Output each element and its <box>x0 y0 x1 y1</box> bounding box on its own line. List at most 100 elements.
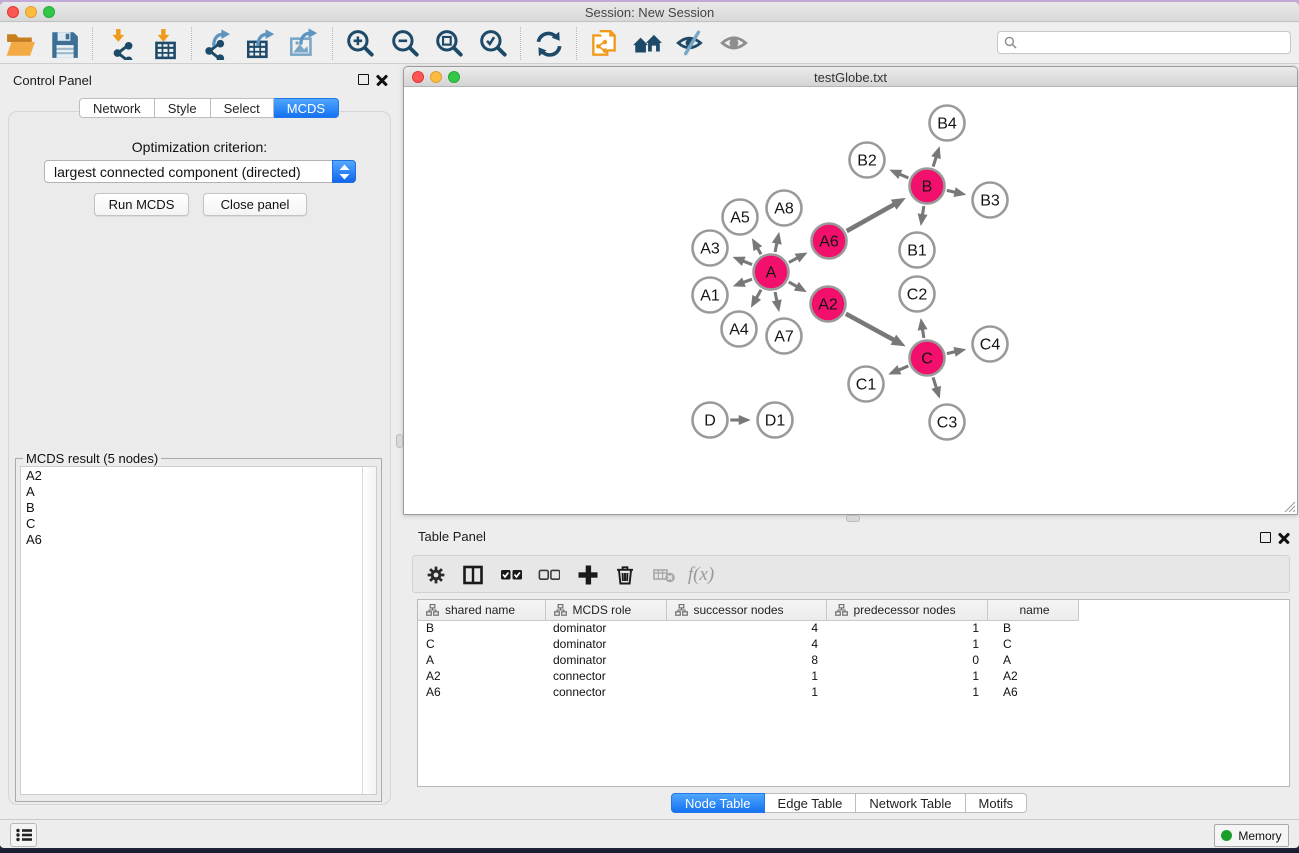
task-history-button[interactable] <box>10 823 37 847</box>
node-A[interactable]: A <box>754 255 789 290</box>
node-D[interactable]: D <box>693 403 728 438</box>
cell-MCDS-role[interactable]: dominator <box>545 636 666 652</box>
cell-successor-nodes[interactable]: 1 <box>666 668 826 684</box>
search-input[interactable] <box>1017 36 1290 50</box>
cell-name[interactable]: A2 <box>987 668 1078 684</box>
node-C2[interactable]: C2 <box>900 277 935 312</box>
cell-successor-nodes[interactable]: 4 <box>666 636 826 652</box>
node-C3[interactable]: C3 <box>930 405 965 440</box>
edge-A2-C[interactable] <box>846 314 894 340</box>
vertical-splitter-grip[interactable] <box>396 434 403 448</box>
close-table-panel-icon[interactable] <box>1278 532 1290 544</box>
export-image-icon[interactable] <box>287 28 319 60</box>
run-mcds-button[interactable]: Run MCDS <box>94 193 189 216</box>
node-A1[interactable]: A1 <box>693 278 728 313</box>
tab-style[interactable]: Style <box>155 98 211 118</box>
table-tab-motifs[interactable]: Motifs <box>966 793 1028 813</box>
cell-MCDS-role[interactable]: connector <box>545 668 666 684</box>
table-tab-node-table[interactable]: Node Table <box>671 793 765 813</box>
export-network-icon[interactable] <box>202 28 234 60</box>
column-header-name[interactable]: name <box>987 600 1078 620</box>
node-C1[interactable]: C1 <box>849 367 884 402</box>
hide-selected-icon[interactable] <box>675 28 707 60</box>
import-network-icon[interactable] <box>105 28 137 60</box>
cell-MCDS-role[interactable]: dominator <box>545 652 666 668</box>
edge-A-A2[interactable] <box>789 282 798 287</box>
node-B2[interactable]: B2 <box>850 143 885 178</box>
node-A7[interactable]: A7 <box>767 319 802 354</box>
table-row[interactable]: A2connector11A2 <box>418 668 1078 684</box>
node-A2[interactable]: A2 <box>811 287 846 322</box>
edge-A-A8[interactable] <box>775 243 777 253</box>
column-header-MCDS-role[interactable]: MCDS role <box>545 600 666 620</box>
cell-shared-name[interactable]: B <box>418 620 545 636</box>
close-panel-icon[interactable] <box>376 74 388 86</box>
cell-predecessor-nodes[interactable]: 1 <box>826 620 987 636</box>
tab-select[interactable]: Select <box>211 98 274 118</box>
node-A5[interactable]: A5 <box>723 200 758 235</box>
horizontal-splitter-grip[interactable] <box>846 515 860 522</box>
save-session-icon[interactable] <box>48 28 80 60</box>
mcds-result-item[interactable]: B <box>21 500 362 516</box>
node-B4[interactable]: B4 <box>930 106 965 141</box>
node-D1[interactable]: D1 <box>758 403 793 438</box>
edge-B-B1[interactable] <box>922 206 923 215</box>
cell-shared-name[interactable]: A2 <box>418 668 545 684</box>
function-builder-icon[interactable]: f(x) <box>686 560 716 590</box>
list-scrollbar[interactable] <box>362 467 376 794</box>
zoom-selected-icon[interactable] <box>477 28 509 60</box>
edge-B-B3[interactable] <box>947 190 956 192</box>
split-columns-icon[interactable] <box>458 560 488 590</box>
node-B3[interactable]: B3 <box>973 183 1008 218</box>
cell-MCDS-role[interactable]: dominator <box>545 620 666 636</box>
table-tab-network-table[interactable]: Network Table <box>856 793 965 813</box>
table-settings-icon[interactable] <box>421 560 451 590</box>
search-field[interactable] <box>997 31 1291 54</box>
window-resize-grip[interactable] <box>1282 499 1296 513</box>
cell-successor-nodes[interactable]: 4 <box>666 620 826 636</box>
cell-name[interactable]: C <box>987 636 1078 652</box>
deselect-all-checkboxes-icon[interactable] <box>534 560 564 590</box>
import-table-icon[interactable] <box>149 28 181 60</box>
cell-predecessor-nodes[interactable]: 1 <box>826 668 987 684</box>
edge-A-A1[interactable] <box>743 279 752 282</box>
cell-name[interactable]: B <box>987 620 1078 636</box>
edge-A-A3[interactable] <box>743 261 752 265</box>
table-tab-edge-table[interactable]: Edge Table <box>765 793 857 813</box>
tab-network[interactable]: Network <box>79 98 155 118</box>
node-A4[interactable]: A4 <box>722 312 757 347</box>
node-A8[interactable]: A8 <box>767 191 802 226</box>
zoom-fit-icon[interactable] <box>433 28 465 60</box>
cell-successor-nodes[interactable]: 8 <box>666 652 826 668</box>
edge-C-C3[interactable] <box>933 377 936 388</box>
edge-C-C2[interactable] <box>922 329 923 338</box>
edge-A-A5[interactable] <box>757 248 761 255</box>
column-header-successor-nodes[interactable]: successor nodes <box>666 600 826 620</box>
edge-C-C4[interactable] <box>947 352 956 354</box>
cell-successor-nodes[interactable]: 1 <box>666 684 826 700</box>
cell-shared-name[interactable]: A6 <box>418 684 545 700</box>
column-header-predecessor-nodes[interactable]: predecessor nodes <box>826 600 987 620</box>
edge-B-B4[interactable] <box>933 157 936 167</box>
table-row[interactable]: A6connector11A6 <box>418 684 1078 700</box>
first-neighbors-icon[interactable] <box>631 28 663 60</box>
mcds-result-item[interactable]: A6 <box>21 532 362 548</box>
cell-shared-name[interactable]: C <box>418 636 545 652</box>
cell-predecessor-nodes[interactable]: 1 <box>826 684 987 700</box>
float-table-panel-icon[interactable] <box>1260 532 1271 543</box>
cell-predecessor-nodes[interactable]: 1 <box>826 636 987 652</box>
add-column-icon[interactable] <box>573 560 603 590</box>
cell-name[interactable]: A <box>987 652 1078 668</box>
cell-name[interactable]: A6 <box>987 684 1078 700</box>
show-all-icon[interactable] <box>719 28 751 60</box>
node-A6[interactable]: A6 <box>812 224 847 259</box>
open-file-icon[interactable] <box>4 28 36 60</box>
memory-button[interactable]: Memory <box>1214 824 1289 847</box>
cell-predecessor-nodes[interactable]: 0 <box>826 652 987 668</box>
new-network-from-selection-icon[interactable] <box>588 28 620 60</box>
table-row[interactable]: Cdominator41C <box>418 636 1078 652</box>
node-A3[interactable]: A3 <box>693 231 728 266</box>
zoom-in-icon[interactable] <box>344 28 376 60</box>
mcds-result-item[interactable]: C <box>21 516 362 532</box>
mcds-result-item[interactable]: A <box>21 484 362 500</box>
